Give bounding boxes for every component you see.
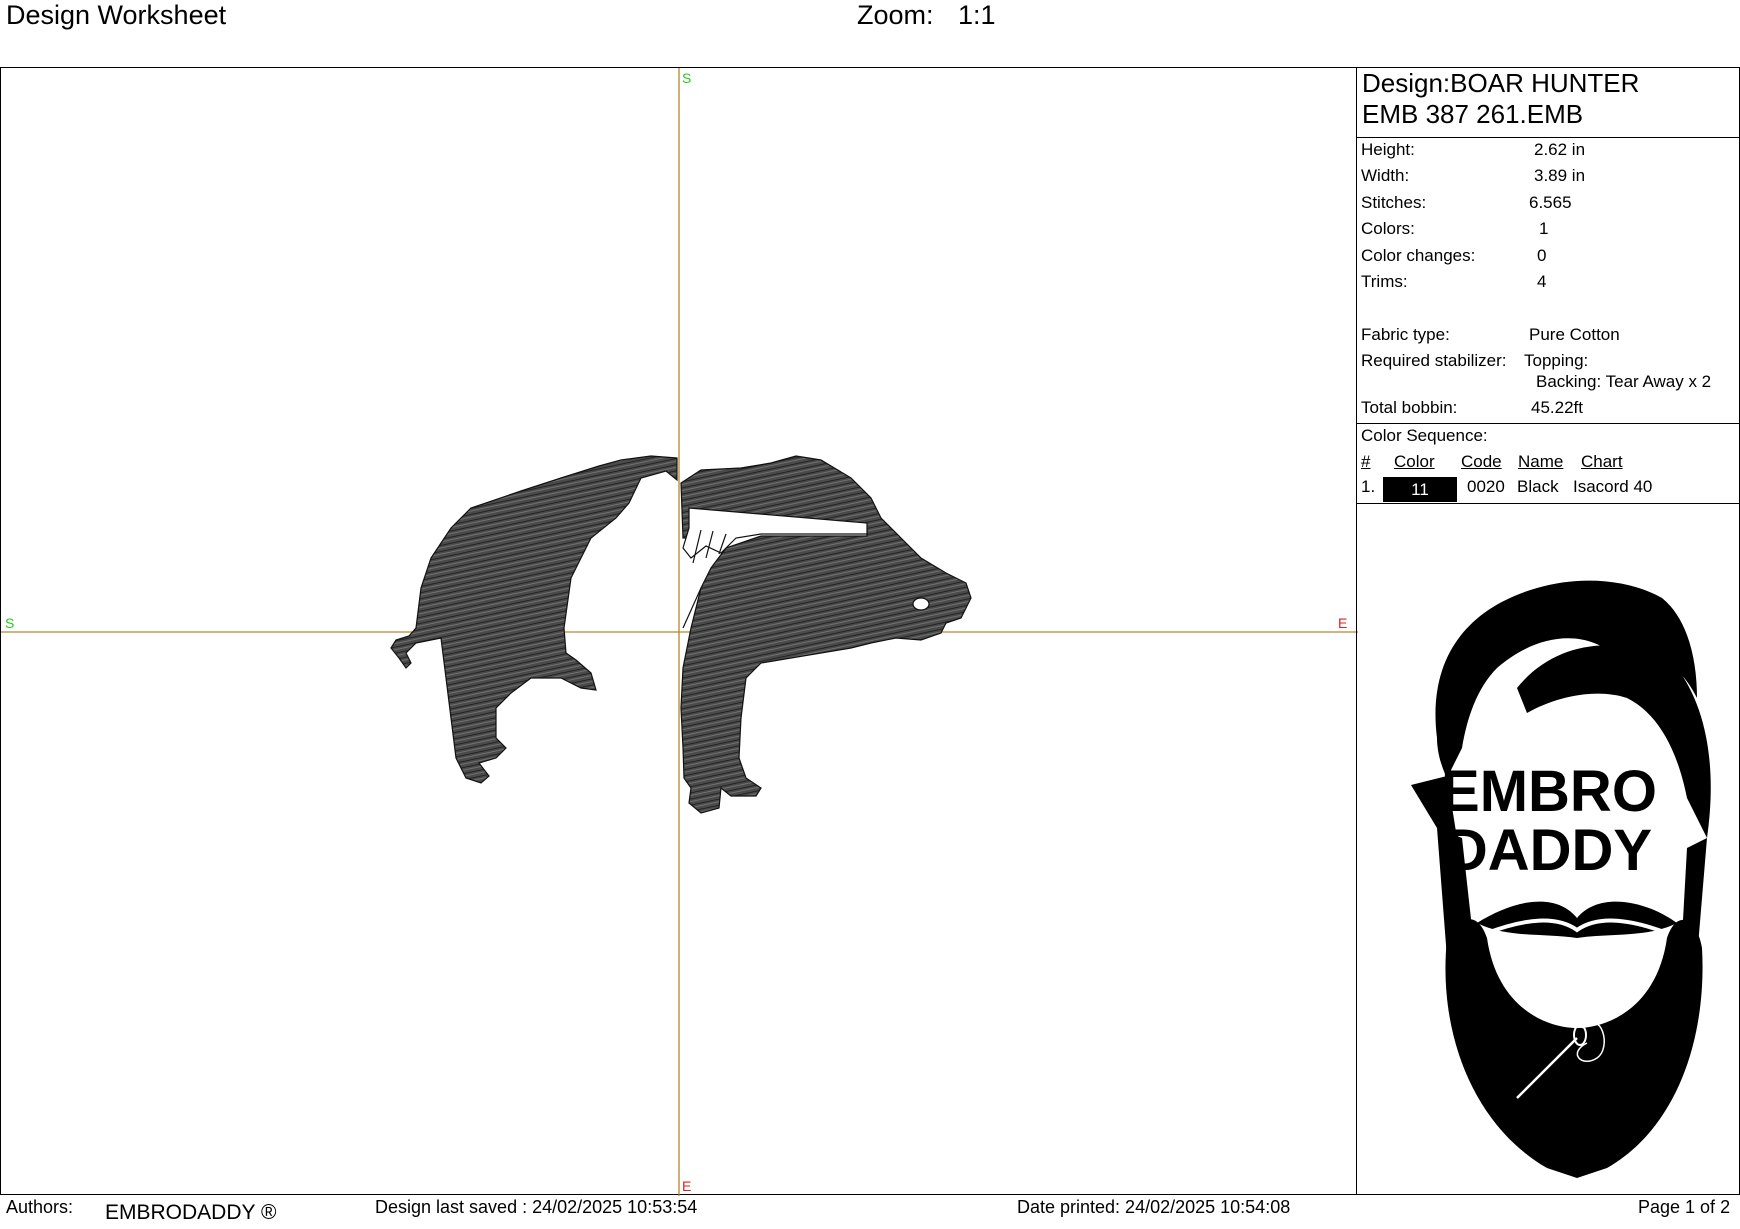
col-header-name: Name xyxy=(1518,452,1564,471)
date-printed: Date printed: 24/02/2025 10:54:08 xyxy=(1017,1197,1291,1217)
height-label: Height: xyxy=(1361,140,1415,159)
embrodaddy-logo: EMBRO DADDY xyxy=(1411,580,1711,1178)
color-sequence-title: Color Sequence: xyxy=(1361,426,1488,445)
design-info-panel: Design:BOAR HUNTER EMB 387 261.EMB Heigh… xyxy=(1356,67,1740,1195)
col-header-num: # xyxy=(1361,452,1371,471)
color-row-chart: Isacord 40 xyxy=(1573,477,1653,496)
file-name: EMB 387 261.EMB xyxy=(1362,99,1584,129)
design-name: Design:BOAR HUNTER xyxy=(1362,68,1640,98)
page-number: Page 1 of 2 xyxy=(1638,1197,1731,1217)
divider xyxy=(1357,137,1739,138)
color-row-num: 1. xyxy=(1361,477,1376,496)
color-swatch: 11 xyxy=(1383,477,1457,502)
height-value: 2.62 in xyxy=(1534,140,1586,159)
width-value: 3.89 in xyxy=(1534,166,1586,185)
zoom-value[interactable]: 1:1 xyxy=(958,0,996,31)
bobbin-value: 45.22ft xyxy=(1531,398,1583,417)
zoom-label: Zoom: xyxy=(857,0,934,30)
col-header-color: Color xyxy=(1394,452,1435,471)
fabric-value: Pure Cotton xyxy=(1529,325,1620,344)
trims-label: Trims: xyxy=(1361,272,1408,291)
stitches-value: 6.565 xyxy=(1529,193,1572,212)
trims-value: 4 xyxy=(1537,272,1547,291)
authors-label: Authors: xyxy=(6,1197,74,1217)
stabilizer-label: Required stabilizer: xyxy=(1361,351,1507,370)
stitches-label: Stitches: xyxy=(1361,193,1427,212)
design-preview: S S E E xyxy=(1,68,1358,1196)
colors-label: Colors: xyxy=(1361,219,1415,238)
logo-line-1: EMBRO xyxy=(1441,759,1657,824)
color-changes-value: 0 xyxy=(1537,246,1547,265)
axis-label-right: E xyxy=(1338,615,1347,631)
axis-label-bottom: E xyxy=(682,1178,691,1194)
boar-hunter-design xyxy=(390,455,972,814)
divider xyxy=(1357,503,1739,504)
page-title: Design Worksheet xyxy=(6,0,227,30)
col-header-code: Code xyxy=(1461,452,1502,471)
axis-label-left: S xyxy=(5,615,14,631)
color-row-code: 0020 xyxy=(1467,477,1505,496)
authors-value: EMBRODADDY ® xyxy=(105,1201,277,1224)
col-header-chart: Chart xyxy=(1581,452,1623,471)
color-row-name: Black xyxy=(1517,477,1559,496)
axis-label-top: S xyxy=(682,70,691,86)
colors-value: 1 xyxy=(1539,219,1549,238)
footer: Authors: EMBRODADDY ® Design last saved … xyxy=(0,1195,1740,1229)
bobbin-label: Total bobbin: xyxy=(1361,398,1458,417)
design-canvas[interactable]: S S E E xyxy=(0,67,1358,1196)
stabilizer-backing: Backing: Tear Away x 2 xyxy=(1536,372,1712,391)
last-saved: Design last saved : 24/02/2025 10:53:54 xyxy=(375,1197,698,1217)
fabric-label: Fabric type: xyxy=(1361,325,1450,344)
logo-line-2: DADDY xyxy=(1446,818,1652,883)
divider xyxy=(1357,423,1739,424)
color-changes-label: Color changes: xyxy=(1361,246,1476,265)
stabilizer-topping: Topping: xyxy=(1524,351,1589,370)
width-label: Width: xyxy=(1361,166,1410,185)
